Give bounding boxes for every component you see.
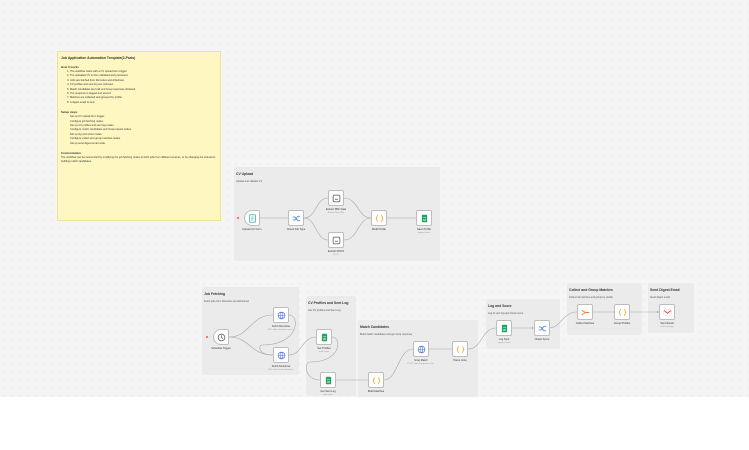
node-label: Log Sent [498,338,510,341]
code-icon [618,308,627,317]
node-save-profile[interactable] [416,210,432,226]
globe-icon [277,311,286,320]
node-check-score[interactable] [534,320,550,336]
node-label: Get Sent Log [320,390,336,393]
node-subtitle: read: sheet [318,351,330,353]
node-label: Fetch Remotive [271,325,291,328]
node-fetch-arbeitnow[interactable] [273,347,289,363]
form-icon [248,213,257,223]
node-label: Groq Match [414,359,428,362]
aggregate-icon [581,308,590,317]
node-groq-match[interactable] [413,341,429,357]
node-parse-groq[interactable] [452,341,468,357]
node-label: Check File Type [286,228,306,231]
connections-layer [205,197,659,382]
code-icon [372,376,381,385]
trigger-marker [205,335,209,339]
node-label: Save Profile [417,228,431,231]
node-fetch-remotive[interactable] [273,307,289,323]
gmail-icon [663,308,672,317]
connection [343,197,372,219]
extract-icon [332,236,341,245]
node-label: Extract PDF Data [325,208,347,211]
node-subtitle: DOCX [333,254,339,256]
node-extract-docx[interactable] [328,232,344,248]
node-subtitle: append: sheet [417,232,431,234]
node-log-sent[interactable] [496,320,512,336]
globe-icon [277,351,286,360]
node-get-profiles[interactable] [316,329,332,345]
node-subtitle: GET: https://remotive.com/a... [267,329,295,331]
connection [547,311,578,329]
node-check-file-type[interactable] [288,210,304,226]
node-get-sent-log[interactable] [320,372,336,388]
node-label: Build Profile [372,228,386,231]
node-label: Send Email [660,322,674,325]
code-icon [456,345,465,354]
node-label: Extract DOCX [327,250,345,253]
node-label: Build Matches [367,390,385,393]
connection [303,197,329,219]
node-upload-cv-form[interactable] [244,210,260,226]
sheets-icon [320,333,329,342]
code-icon [375,214,384,223]
node-build-profile[interactable] [371,210,387,226]
node-subtitle: GET: https://www.arbeitnow... [267,369,295,371]
node-label: Get Profiles [317,347,331,350]
connection [228,336,274,356]
node-label: Schedule Trigger [211,347,231,350]
node-subtitle: POST: https://api.groq.com/o... [407,363,435,365]
node-subtitle: read: sheet [322,394,334,396]
trigger-marker [236,216,240,220]
node-label: Group Profiles [613,322,631,325]
node-send-email[interactable] [659,304,675,320]
node-extract-pdf[interactable] [328,190,344,206]
connection [343,217,372,241]
node-label: Fetch Arbeitnow [271,365,291,368]
node-label: Parse Groq [453,359,467,362]
connection [303,217,329,241]
globe-icon [417,345,426,354]
node-label: Check Score [534,338,550,341]
node-schedule-trigger[interactable] [213,329,229,345]
extract-icon [332,194,341,203]
node-build-matches[interactable] [368,372,384,388]
connection [467,327,497,350]
node-collect-matches[interactable] [577,304,593,320]
node-group-profiles[interactable] [614,304,630,320]
connection [228,314,274,338]
workflow-canvas[interactable]: Job Application Automation Template(2-Pa… [0,0,749,397]
node-label: Collect Matches [575,322,595,325]
node-subtitle: Extract From PDF [327,212,345,214]
switch-icon [292,214,301,223]
connection [288,336,317,356]
switch-icon [538,324,547,333]
clock-icon [217,333,226,342]
sheets-icon [324,376,333,385]
node-label: Upload CV Form [242,228,262,231]
sheets-icon [500,324,509,333]
node-subtitle: send: message [660,326,674,328]
sheets-icon [420,214,429,223]
node-subtitle: append: sheet [497,342,511,344]
